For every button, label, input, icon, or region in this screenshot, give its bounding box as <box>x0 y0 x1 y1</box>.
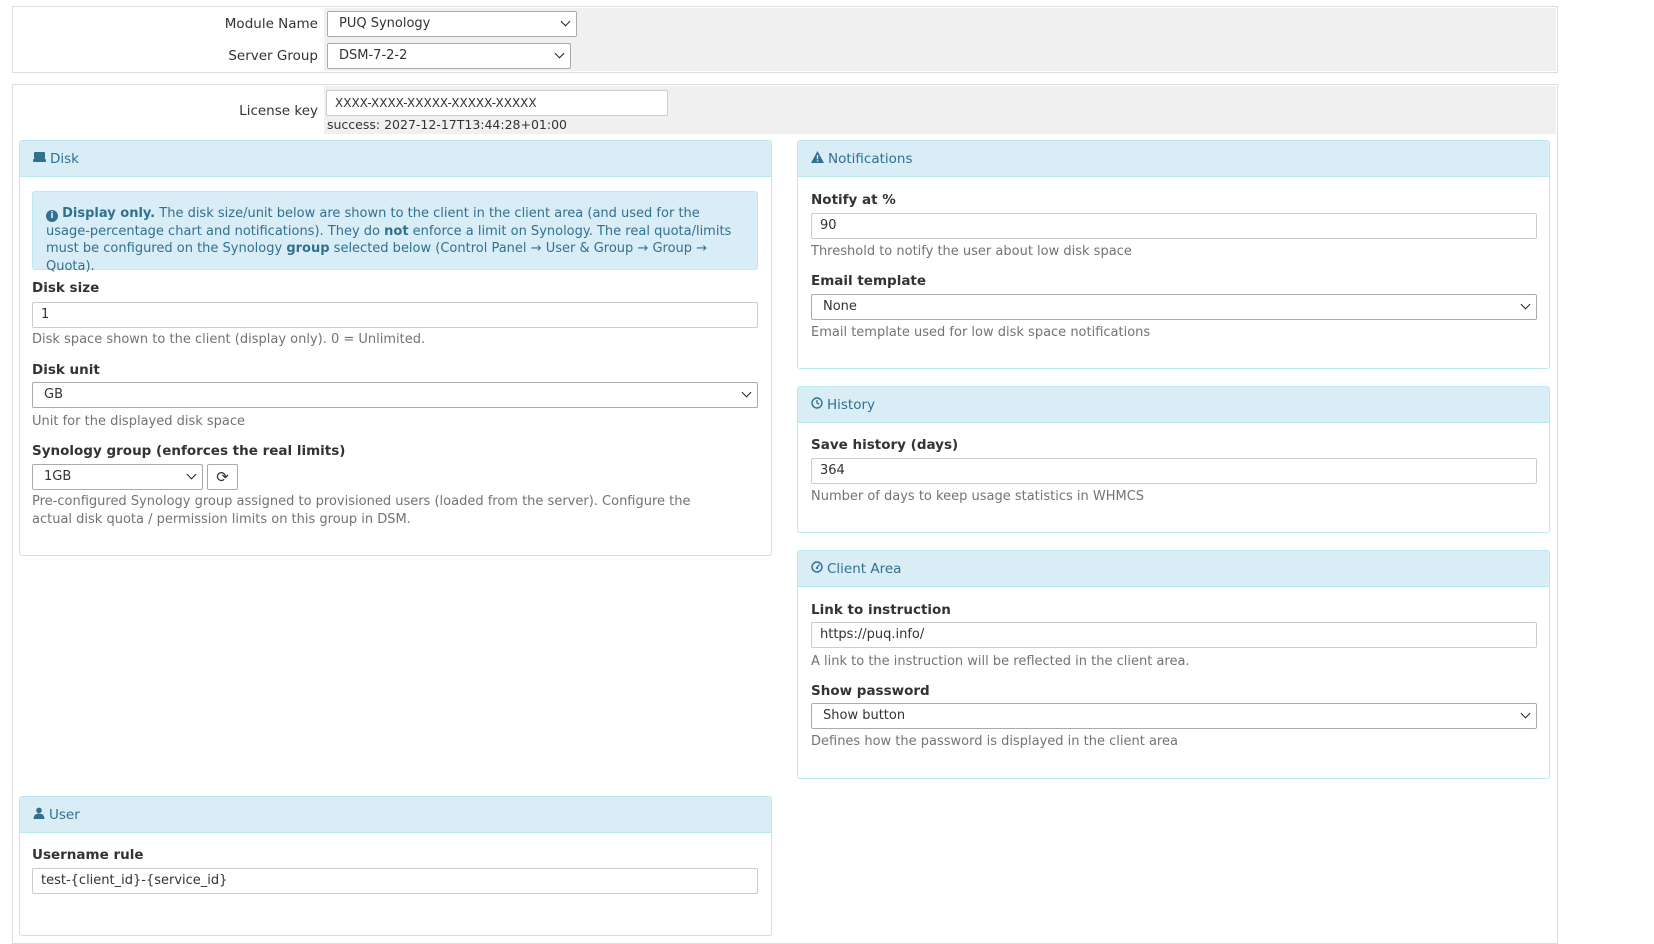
user-panel: User <box>19 796 772 936</box>
clock-icon <box>811 397 823 413</box>
synology-group-value: 1GB <box>44 469 72 484</box>
info-bold-text: Display only. <box>62 206 156 221</box>
info-circle-icon: i <box>46 210 58 222</box>
show-password-label: Show password <box>811 683 930 699</box>
disk-unit-help: Unit for the displayed disk space <box>32 414 246 429</box>
save-history-help: Number of days to keep usage statistics … <box>811 489 1145 504</box>
notify-at-label: Notify at % <box>811 192 896 208</box>
email-template-help: Email template used for low disk space n… <box>811 325 1151 340</box>
synology-group-label: Synology group (enforces the real limits… <box>32 443 346 459</box>
disk-info-alert: i Display only. The disk size/unit below… <box>32 191 758 274</box>
disk-panel-header: Disk <box>20 141 771 177</box>
module-name-select[interactable]: PUQ Synology <box>327 11 577 37</box>
refresh-groups-button[interactable]: ⟳ <box>207 464 238 490</box>
email-template-select[interactable]: None <box>811 294 1537 320</box>
history-panel-header: History <box>798 387 1549 423</box>
hdd-icon <box>33 151 46 167</box>
license-key-label: License key <box>239 103 318 119</box>
save-history-input[interactable]: 364 <box>811 458 1537 484</box>
show-password-help: Defines how the password is displayed in… <box>811 734 1178 749</box>
username-rule-input[interactable]: test-{client_id}-{service_id} <box>32 868 758 894</box>
module-name-value: PUQ Synology <box>339 16 431 31</box>
show-password-select[interactable]: Show button <box>811 703 1537 729</box>
email-template-value: None <box>823 299 857 314</box>
disk-panel-title: Disk <box>50 151 79 167</box>
chevron-down-icon <box>741 387 752 398</box>
chevron-down-icon <box>186 469 197 480</box>
disk-size-input[interactable]: 1 <box>32 302 758 328</box>
chevron-down-icon <box>554 48 565 59</box>
disk-unit-value: GB <box>44 387 63 402</box>
notify-at-help: Threshold to notify the user about low d… <box>811 244 1132 259</box>
dashboard-icon <box>811 561 823 577</box>
info-group-text: group <box>286 241 330 256</box>
server-group-select[interactable]: DSM-7-2-2 <box>327 43 571 69</box>
synology-group-select[interactable]: 1GB <box>32 464 203 490</box>
chevron-down-icon <box>1520 299 1531 310</box>
synology-group-help: Pre-configured Synology group assigned t… <box>32 494 691 527</box>
refresh-icon: ⟳ <box>216 468 229 486</box>
disk-unit-select[interactable]: GB <box>32 382 758 408</box>
link-instruction-help: A link to the instruction will be reflec… <box>811 654 1190 669</box>
warning-icon <box>811 151 824 167</box>
link-instruction-label: Link to instruction <box>811 602 951 618</box>
show-password-value: Show button <box>823 708 906 723</box>
save-history-label: Save history (days) <box>811 437 959 453</box>
module-name-label: Module Name <box>224 16 318 32</box>
notifications-panel-title: Notifications <box>828 151 913 167</box>
username-rule-label: Username rule <box>32 847 144 863</box>
chevron-down-icon <box>1520 708 1531 719</box>
history-panel-title: History <box>827 397 876 413</box>
license-status: success: 2027-12-17T13:44:28+01:00 <box>327 117 567 132</box>
user-icon <box>33 807 45 823</box>
user-panel-header: User <box>20 797 771 833</box>
disk-unit-label: Disk unit <box>32 362 100 378</box>
disk-size-label: Disk size <box>32 280 100 296</box>
link-instruction-input[interactable]: https://puq.info/ <box>811 622 1537 648</box>
notify-at-input[interactable]: 90 <box>811 213 1537 239</box>
server-group-label: Server Group <box>228 48 318 64</box>
server-group-value: DSM-7-2-2 <box>339 48 408 63</box>
user-panel-title: User <box>49 807 80 823</box>
disk-size-help: Disk space shown to the client (display … <box>32 332 426 347</box>
email-template-label: Email template <box>811 273 927 289</box>
chevron-down-icon <box>560 16 571 27</box>
client-area-panel-title: Client Area <box>827 561 902 577</box>
client-area-panel-header: Client Area <box>798 551 1549 587</box>
notifications-panel-header: Notifications <box>798 141 1549 177</box>
info-not-text: not <box>384 223 409 239</box>
license-key-input[interactable]: XXXX-XXXX-XXXXX-XXXXX-XXXXX <box>326 90 668 116</box>
